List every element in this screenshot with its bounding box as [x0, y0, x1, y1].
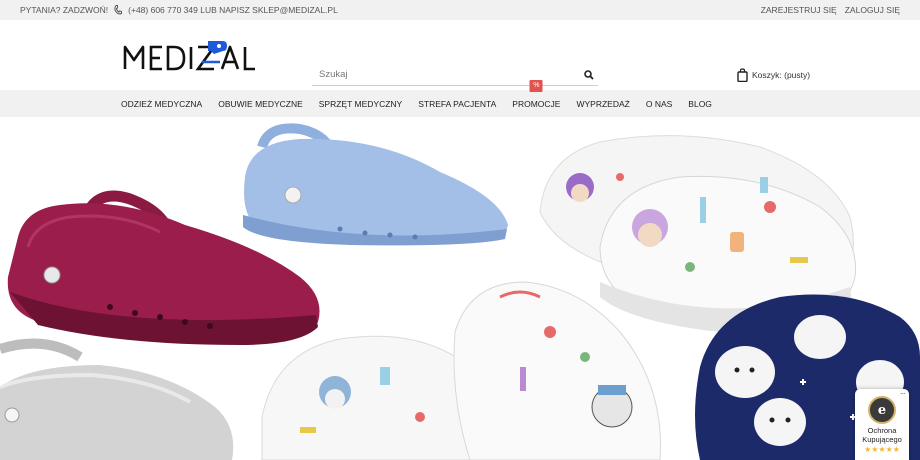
- register-link[interactable]: ZAREJESTRUJ SIĘ: [761, 5, 837, 15]
- header: Koszyk: (pusty): [0, 20, 920, 90]
- phone-icon: [114, 5, 123, 15]
- call-label: PYTANIA? ZADZWOŃ!: [20, 5, 109, 15]
- white-printed-clogs-center: [261, 281, 661, 460]
- nav-item-odziez-medyczna[interactable]: ODZIEŻ MEDYCZNA: [121, 99, 202, 109]
- cart-label: Koszyk: (pusty): [752, 70, 811, 80]
- login-link[interactable]: ZALOGUJ SIĘ: [845, 5, 900, 15]
- buyer-protection-label: Ochrona Kupującego: [862, 426, 902, 444]
- buyer-protection-badge[interactable]: ··· e Ochrona Kupującego ★★★★★: [855, 389, 909, 460]
- nav-item-o-nas[interactable]: O NAS: [646, 99, 672, 109]
- label-line-1: Ochrona: [867, 426, 897, 435]
- main-navigation: ODZIEŻ MEDYCZNA OBUWIE MEDYCZNE SPRZĘT M…: [0, 79, 920, 117]
- rating-stars: ★★★★★: [864, 445, 900, 454]
- nav-item-label: PROMOCJE: [512, 98, 561, 109]
- badge-menu-icon[interactable]: ···: [900, 389, 906, 398]
- label-line-2: Kupującego: [862, 435, 902, 444]
- silver-clog: [0, 338, 234, 460]
- hero-banner[interactable]: ··· e Ochrona Kupującego ★★★★★: [0, 117, 920, 460]
- nav-item-strefa-pacjenta[interactable]: STREFA PACJENTA: [418, 99, 496, 109]
- nav-item-obuwie-medyczne[interactable]: OBUWIE MEDYCZNE: [218, 99, 303, 109]
- search-bar: [312, 64, 598, 86]
- medizal-logo[interactable]: [122, 38, 258, 74]
- top-bar: PYTANIA? ZADZWOŃ! (+48) 606 770 349 LUB …: [0, 0, 920, 20]
- trusted-shops-seal-icon: e: [868, 396, 896, 424]
- promo-badge: %: [529, 79, 543, 92]
- nav-item-sprzet-medyczny[interactable]: SPRZĘT MEDYCZNY: [319, 99, 402, 109]
- light-blue-clog: [243, 123, 508, 246]
- contact-text[interactable]: (+48) 606 770 349 LUB NAPISZ SKLEP@MEDIZ…: [128, 5, 338, 15]
- cart-button[interactable]: Koszyk: (pusty): [737, 68, 810, 82]
- search-icon[interactable]: [580, 66, 598, 84]
- seal-letter: e: [877, 402, 887, 418]
- nav-item-wyprzedaz[interactable]: WYPRZEDAŻ: [576, 99, 629, 109]
- hero-clogs-image: [0, 123, 920, 460]
- nav-item-promocje[interactable]: % PROMOCJE: [512, 79, 561, 109]
- search-input[interactable]: [312, 69, 580, 80]
- shopping-bag-icon: [737, 68, 748, 82]
- nav-item-blog[interactable]: BLOG: [688, 99, 712, 109]
